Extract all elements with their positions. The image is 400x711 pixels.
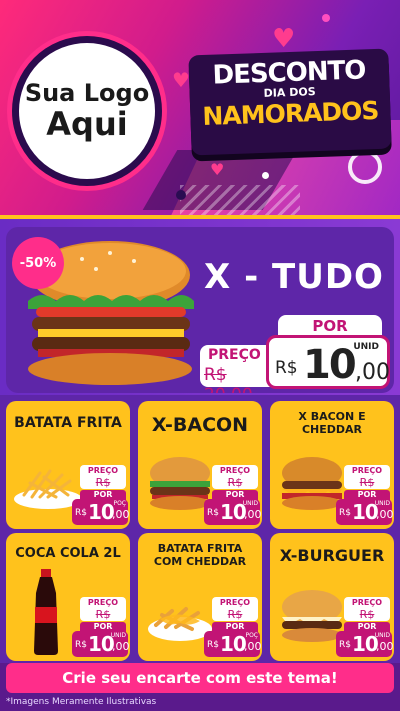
price-box: R$ 10 ,00 UNID — [204, 499, 262, 525]
currency-symbol: R$ — [275, 358, 298, 378]
old-price-box: PREÇO R$ 20,00 — [80, 597, 126, 634]
price-decimal: ,00 — [112, 508, 130, 521]
logo-placeholder: Sua Logo Aqui — [12, 36, 162, 186]
unit-label: UNID — [110, 632, 126, 639]
price-box: R$ 10 ,00 UNID — [72, 631, 130, 657]
preco-label: PREÇO — [219, 598, 251, 607]
price-decimal: ,00 — [244, 640, 262, 653]
currency-symbol: R$ — [207, 508, 219, 518]
decor-dot — [176, 190, 186, 200]
price-box: R$ 10 ,00 UNID — [336, 499, 394, 525]
disclaimer-note: *Imagens Meramente Ilustrativas — [6, 697, 157, 707]
price-decimal: ,00 — [355, 360, 390, 385]
logo-text-line2: Aqui — [46, 104, 128, 143]
currency-symbol: R$ — [339, 640, 351, 650]
featured-section: -50% X - TUDO PREÇO R$ 20,00 POR UNID R$… — [0, 215, 400, 395]
discount-badge: -50% — [12, 237, 64, 289]
product-card: X BACON E CHEDDAR PREÇO R$ 20,00 POR R$ … — [270, 401, 394, 529]
price-integer: 10 — [88, 500, 115, 524]
featured-old-price-box: PREÇO R$ 20,00 — [200, 345, 272, 393]
product-name: BATATA FRITA COM CHEDDAR — [153, 542, 247, 568]
old-price-box: PREÇO R$ 20,00 — [212, 465, 258, 502]
currency-symbol: R$ — [75, 508, 87, 518]
price-integer: 10 — [220, 632, 247, 656]
unit-label: UNID — [353, 342, 379, 352]
promo-title: DESCONTO DIA DOS NAMORADOS — [188, 48, 392, 156]
decor-stripes — [180, 185, 300, 215]
decor-ring — [348, 150, 382, 184]
old-price: R$ 20,00 — [204, 365, 253, 393]
product-grid: BATATA FRITA PREÇO R$ 20,00 POR R$ 10 ,0… — [0, 395, 400, 663]
price-box: R$ 10 ,00 POÇ — [72, 499, 130, 525]
unit-label: UNID — [242, 500, 258, 507]
old-price-box: PREÇO R$ 20,00 — [212, 597, 258, 634]
unit-label: POÇ — [113, 500, 126, 507]
old-price-box: PREÇO R$ 20,00 — [80, 465, 126, 502]
currency-symbol: R$ — [339, 508, 351, 518]
product-card: COCA COLA 2L PREÇO R$ 20,00 POR R$ 10 ,0… — [6, 533, 130, 661]
preco-label: PREÇO — [219, 466, 251, 475]
old-price-box: PREÇO R$ 20,00 — [344, 465, 390, 502]
product-card: BATATA FRITA COM CHEDDAR PREÇO R$ 20,00 … — [138, 533, 262, 661]
featured-product-name: X - TUDO — [204, 257, 384, 297]
preco-label: PREÇO — [87, 466, 119, 475]
logo-text-line1: Sua Logo — [24, 79, 150, 108]
product-name: BATATA FRITA — [14, 415, 122, 431]
product-card: BATATA FRITA PREÇO R$ 20,00 POR R$ 10 ,0… — [6, 401, 130, 529]
featured-card: -50% X - TUDO PREÇO R$ 20,00 POR UNID R$… — [6, 227, 394, 393]
price-box: R$ 10 ,00 UNID — [336, 631, 394, 657]
product-name: X-BACON — [151, 414, 249, 436]
product-name: X BACON E CHEDDAR — [298, 410, 366, 436]
heart-icon: ♥ — [210, 160, 225, 179]
product-name: X-BURGUER — [279, 546, 385, 565]
price-decimal: ,00 — [376, 508, 394, 521]
preco-label: PREÇO — [351, 466, 383, 475]
unit-label: UNID — [374, 500, 390, 507]
price-integer: 10 — [303, 342, 357, 388]
price-box: R$ 10 ,00 POÇ — [204, 631, 262, 657]
decor-dot — [262, 172, 269, 179]
currency-symbol: R$ — [75, 640, 87, 650]
heart-icon: ♥ — [172, 68, 190, 92]
preco-label: PREÇO — [208, 347, 261, 363]
currency-symbol: R$ — [207, 640, 219, 650]
product-card: X-BACON PREÇO R$ 20,00 POR R$ 10 ,00 UNI… — [138, 401, 262, 529]
por-label: POR — [278, 315, 382, 335]
product-card: X-BURGUER PREÇO R$ 20,00 POR R$ 10 ,00 U… — [270, 533, 394, 661]
unit-label: POÇ — [245, 632, 258, 639]
heart-icon: ♥ — [272, 24, 296, 54]
price-decimal: ,00 — [376, 640, 394, 653]
product-name: COCA COLA 2L — [15, 546, 121, 561]
promo-title-line3: NAMORADOS — [201, 95, 379, 132]
preco-label: PREÇO — [87, 598, 119, 607]
price-decimal: ,00 — [112, 640, 130, 653]
preco-label: PREÇO — [351, 598, 383, 607]
header-banner: ♥ ♥ ♥ ♥ Sua Logo Aqui DESCONTO DIA DOS N… — [0, 0, 400, 215]
soda-bottle-icon — [34, 569, 58, 655]
unit-label: UNID — [374, 632, 390, 639]
cta-banner[interactable]: Crie seu encarte com este tema! — [6, 663, 394, 693]
featured-price-box: UNID R$ 10 ,00 — [266, 335, 390, 389]
price-decimal: ,00 — [244, 508, 262, 521]
decor-dot — [322, 14, 330, 22]
old-price-box: PREÇO R$ 20,00 — [344, 597, 390, 634]
